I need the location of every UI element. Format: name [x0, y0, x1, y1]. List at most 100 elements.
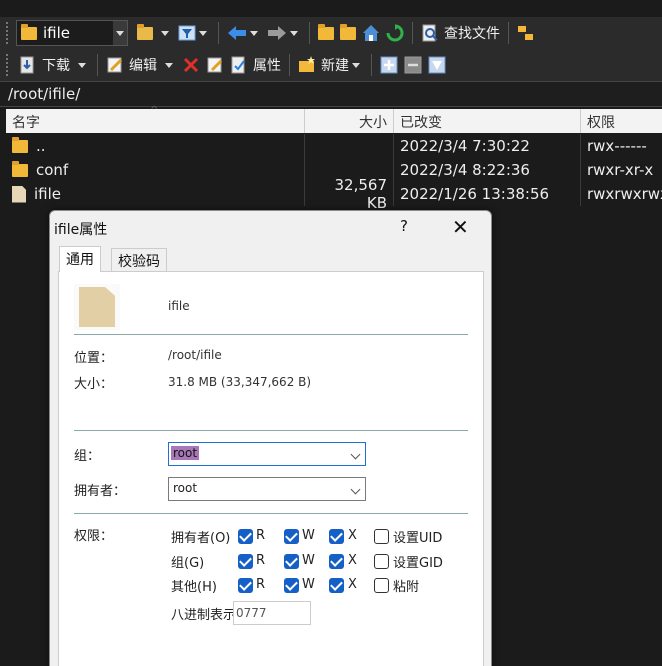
chevron-down-icon	[165, 62, 173, 68]
properties-button[interactable]: 属性	[227, 52, 284, 78]
open-folder-icon	[137, 23, 153, 40]
owner-read-checkbox[interactable]	[238, 529, 253, 544]
setgid-checkbox[interactable]	[374, 554, 389, 569]
rename-icon	[207, 57, 223, 73]
folder-combo-dropdown[interactable]	[113, 21, 127, 45]
chevron-down-icon	[161, 30, 169, 36]
select-all-button[interactable]	[377, 52, 401, 78]
column-permissions-label: 权限	[587, 115, 615, 131]
folder-icon	[12, 160, 28, 177]
column-name[interactable]: ^ 名字	[6, 105, 305, 133]
tab-general[interactable]: 通用	[59, 246, 101, 272]
table-row[interactable]: ifile 32,567 KB 2022/1/26 13:38:56 rwxrw…	[6, 176, 662, 212]
open-folder-button[interactable]	[134, 20, 175, 46]
toolbar-grip[interactable]	[6, 22, 12, 44]
download-button[interactable]: 下载	[16, 52, 92, 78]
delete-button[interactable]	[179, 52, 203, 78]
owner-execute-checkbox[interactable]	[329, 529, 344, 544]
unselect-all-button[interactable]	[401, 52, 425, 78]
home-button[interactable]	[359, 20, 383, 46]
group-write-checkbox[interactable]	[284, 554, 299, 569]
column-name-label: 名字	[12, 115, 40, 131]
filter-icon	[428, 56, 446, 74]
file-permissions-cell: rwxr-xr-x	[587, 161, 654, 179]
divider	[74, 334, 468, 335]
sort-ascending-icon: ^	[150, 105, 159, 116]
divider	[74, 430, 468, 431]
permissions-label: 权限：	[74, 529, 114, 544]
column-permissions[interactable]: 权限	[581, 109, 662, 133]
owner-write-checkbox[interactable]	[284, 529, 299, 544]
find-files-button[interactable]: 查找文件	[418, 20, 503, 46]
edit-button[interactable]: 编辑	[103, 52, 179, 78]
octal-input[interactable]: 0777	[233, 601, 311, 625]
sticky-checkbox[interactable]	[374, 578, 389, 593]
read-label: R	[256, 577, 266, 592]
octal-value: 0777	[236, 606, 267, 620]
file-name-cell: conf	[6, 158, 305, 182]
owner-select[interactable]: root	[168, 477, 366, 501]
other-read-checkbox[interactable]	[238, 578, 253, 593]
other-write-checkbox[interactable]	[284, 578, 299, 593]
setuid-checkbox[interactable]	[374, 529, 389, 544]
tree-toggle-button[interactable]	[514, 20, 538, 46]
group-perm-label: 组(G)	[171, 556, 205, 571]
setgid-label: 设置GID	[393, 556, 443, 571]
toolbar-separator	[508, 22, 509, 44]
help-button[interactable]: ?	[400, 217, 408, 235]
owner-perm-label: 拥有者(O)	[171, 531, 231, 546]
setuid-label: 设置UID	[393, 531, 443, 546]
folder-combo[interactable]: ifile	[16, 20, 128, 46]
parent-folder-icon	[318, 23, 334, 40]
toolbar-separator	[97, 54, 98, 76]
toolbar-separator	[289, 54, 290, 76]
octal-label: 八进制表示	[171, 608, 237, 623]
location-label: 位置：	[74, 351, 114, 366]
home-icon	[363, 25, 379, 41]
column-size-label: 大小	[359, 115, 387, 131]
parent-folder-icon	[12, 136, 28, 153]
table-row[interactable]: .. 2022/3/4 7:30:22 rwx------	[6, 134, 662, 158]
column-size[interactable]: 大小	[305, 109, 394, 133]
tab-checksum[interactable]: 校验码	[111, 248, 167, 272]
close-button[interactable]: ✕	[452, 215, 469, 239]
group-select[interactable]: root	[168, 442, 366, 466]
column-modified[interactable]: 已改变	[394, 109, 581, 133]
download-label: 下载	[42, 58, 70, 74]
download-icon	[20, 56, 34, 74]
rename-button[interactable]	[203, 52, 227, 78]
toolbar-grip[interactable]	[6, 54, 12, 76]
chevron-down-icon	[199, 30, 207, 36]
new-label: 新建	[321, 58, 349, 74]
chevron-down-icon	[250, 30, 258, 36]
edit-label: 编辑	[129, 58, 157, 74]
file-icon	[12, 185, 26, 203]
file-permissions-cell: rwx------	[587, 137, 647, 155]
toolbar-separator	[218, 22, 219, 44]
file-modified-cell: 2022/3/4 7:30:22	[394, 134, 581, 158]
other-perm-label: 其他(H)	[171, 580, 217, 595]
path-bar[interactable]: /root/ifile/	[0, 81, 662, 107]
group-execute-checkbox[interactable]	[329, 554, 344, 569]
group-value: root	[171, 446, 200, 460]
properties-label: 属性	[253, 58, 281, 74]
chevron-down-icon	[352, 62, 360, 68]
forward-button[interactable]	[264, 20, 304, 46]
root-folder-button[interactable]	[337, 20, 359, 46]
other-execute-checkbox[interactable]	[329, 578, 344, 593]
new-button[interactable]: 新建	[295, 52, 366, 78]
owner-label: 拥有者：	[74, 484, 127, 499]
file-icon-frame	[74, 284, 120, 330]
invert-selection-button[interactable]	[425, 52, 449, 78]
parent-folder-button[interactable]	[315, 20, 337, 46]
back-button[interactable]	[224, 20, 264, 46]
execute-label: X	[348, 577, 357, 592]
file-name-cell: ..	[6, 134, 305, 158]
file-name: ..	[36, 137, 46, 155]
refresh-button[interactable]	[383, 20, 407, 46]
plus-icon	[380, 56, 398, 74]
chevron-down-icon	[116, 30, 124, 36]
file-name-value: ifile	[168, 299, 190, 313]
group-read-checkbox[interactable]	[238, 554, 253, 569]
filter-button[interactable]	[175, 20, 213, 46]
